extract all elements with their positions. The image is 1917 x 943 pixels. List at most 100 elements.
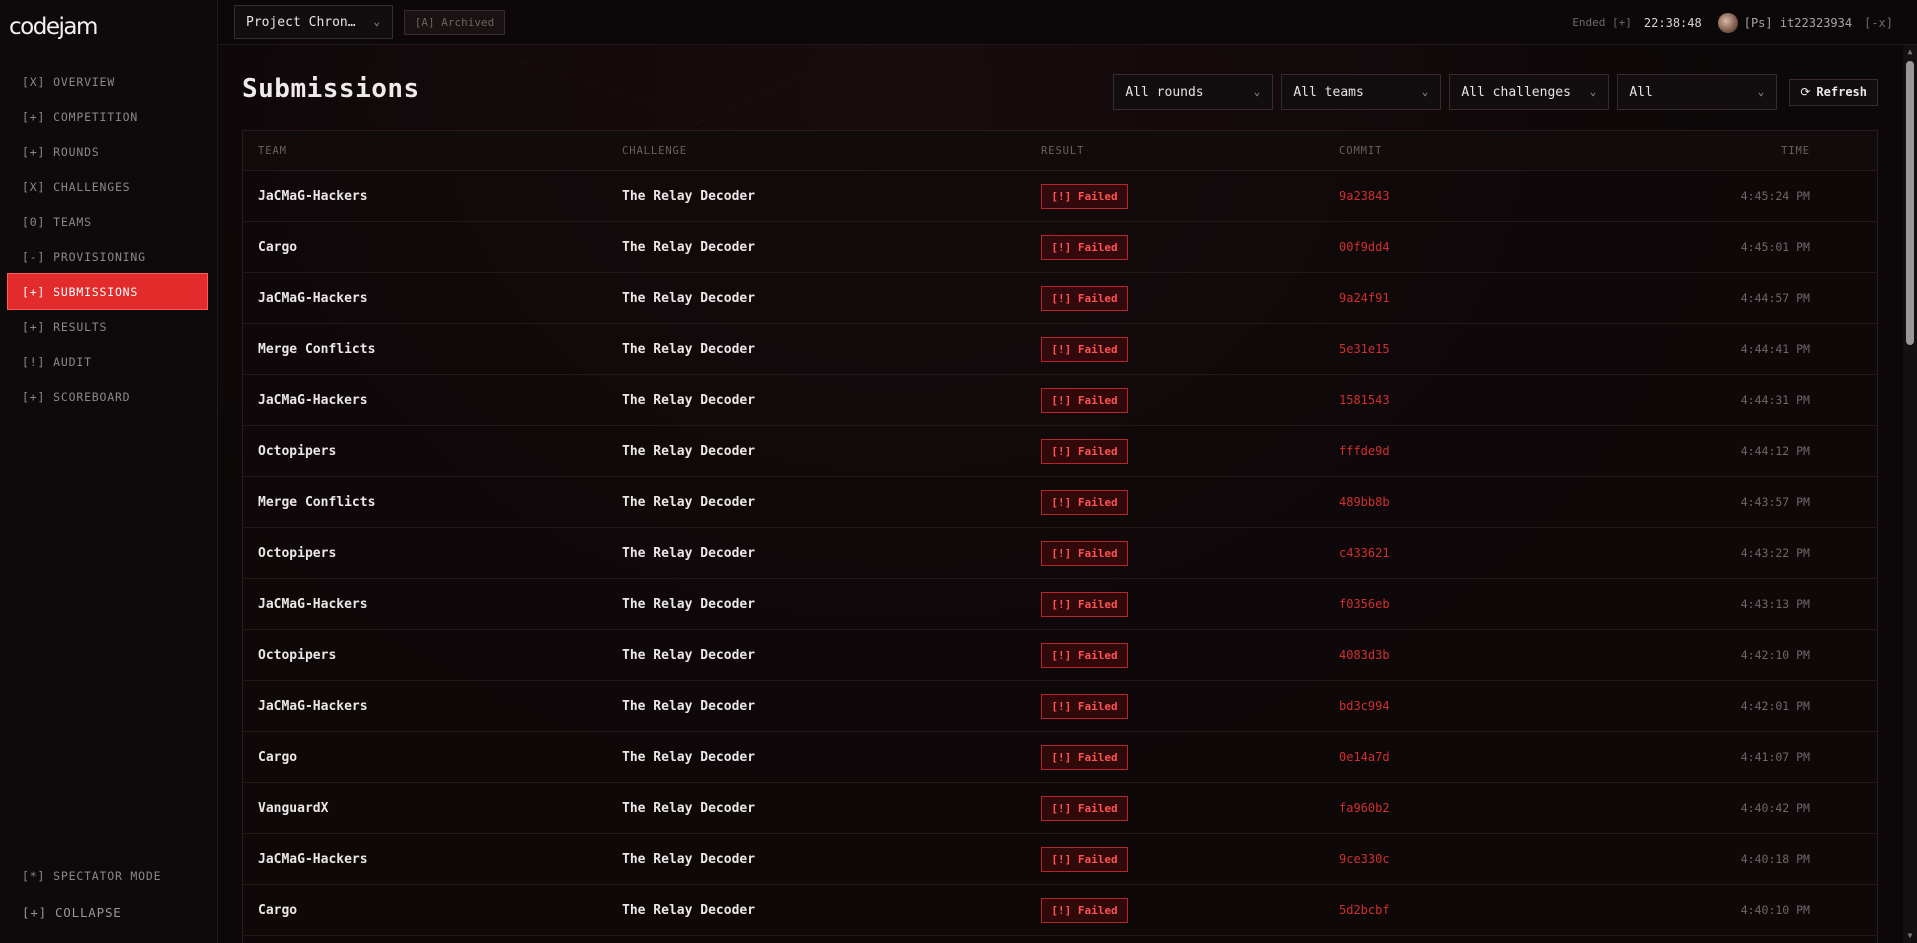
project-select[interactable]: Project Chron… ⌄ (234, 5, 393, 39)
scrollbar[interactable]: ▲ ▼ (1903, 45, 1917, 943)
sidebar-item-scoreboard[interactable]: [+] SCOREBOARD (8, 379, 207, 414)
chevron-down-icon: ⌄ (1589, 85, 1597, 98)
cell-commit[interactable]: 5d2bcbf (1339, 903, 1599, 917)
cell-time: 4:42:10 PM (1740, 648, 1810, 662)
sidebar-item-prefix: [+] (22, 319, 46, 334)
cell-commit[interactable]: 00f9dd4 (1339, 240, 1599, 254)
sidebar-item-label: CHALLENGES (53, 179, 131, 194)
cell-time: 4:44:12 PM (1740, 444, 1810, 458)
cell-time: 4:44:31 PM (1740, 393, 1810, 407)
cell-challenge: The Relay Decoder (622, 188, 756, 204)
header-result[interactable]: RESULT (1041, 145, 1339, 157)
table-row[interactable]: JaCMaG-Hackers The Relay Decoder [!] Fai… (243, 681, 1877, 732)
status-badge: [!] Failed (1041, 897, 1128, 923)
sidebar-item-rounds[interactable]: [+] ROUNDS (8, 134, 207, 169)
teams-filter[interactable]: All teams ⌄ (1281, 74, 1442, 110)
header-commit[interactable]: COMMIT (1339, 145, 1599, 157)
refresh-button[interactable]: ⟳ Refresh (1789, 78, 1878, 106)
sidebar-item-challenges[interactable]: [X] CHALLENGES (8, 169, 207, 204)
cell-time: 4:45:24 PM (1740, 189, 1810, 203)
cell-challenge: The Relay Decoder (622, 851, 756, 867)
table-row[interactable]: Merge Conflicts The Relay Decoder [!] Fa… (243, 477, 1877, 528)
cell-commit[interactable]: 4083d3b (1339, 648, 1599, 662)
cell-time: 4:41:07 PM (1740, 750, 1810, 764)
table-row[interactable]: JaCMaG-Hackers The Relay Decoder [!] Fai… (243, 171, 1877, 222)
sidebar-item-provisioning[interactable]: [-] PROVISIONING (8, 239, 207, 274)
cell-time: 4:40:42 PM (1740, 801, 1810, 815)
sidebar-item-label: OVERVIEW (53, 74, 115, 89)
cell-commit[interactable]: c433621 (1339, 546, 1599, 560)
spectator-mode-button[interactable]: [*] SPECTATOR MODE (8, 858, 207, 894)
cell-commit[interactable]: 9a24f91 (1339, 291, 1599, 305)
sidebar-item-teams[interactable]: [0] TEAMS (8, 204, 207, 239)
teams-filter-value: All teams (1293, 84, 1364, 100)
sidebar-item-prefix: [+] (22, 144, 46, 159)
cell-commit[interactable]: 489bb8b (1339, 495, 1599, 509)
status-badge: [!] Failed (1041, 744, 1128, 770)
header-challenge[interactable]: CHALLENGE (622, 145, 1041, 157)
logout-button[interactable]: [-x] (1864, 16, 1893, 30)
table-row[interactable]: Octopipers The Relay Decoder [!] Failed … (243, 426, 1877, 477)
cell-commit[interactable]: fffde9d (1339, 444, 1599, 458)
status-badge: [!] Failed (1041, 285, 1128, 311)
cell-team: Octopipers (258, 545, 337, 561)
status-filter[interactable]: All ⌄ (1617, 74, 1778, 110)
project-select-value: Project Chron… (246, 14, 356, 30)
cell-commit[interactable]: bd3c994 (1339, 699, 1599, 713)
cell-team: Merge Conflicts (258, 341, 376, 357)
sidebar-item-prefix: [X] (22, 74, 46, 89)
table-row[interactable]: JaCMaG-Hackers The Relay Decoder [!] Fai… (243, 834, 1877, 885)
table-row[interactable]: Octopipers The Relay Decoder [!] Failed … (243, 528, 1877, 579)
cell-commit[interactable]: 1581543 (1339, 393, 1599, 407)
cell-challenge: The Relay Decoder (622, 596, 756, 612)
sidebar-item-results[interactable]: [+] RESULTS (8, 309, 207, 344)
cell-result: [!] Failed (1041, 591, 1339, 617)
table-row[interactable]: Cargo The Relay Decoder [!] Failed 5d2bc… (243, 885, 1877, 936)
cell-result: [!] Failed (1041, 540, 1339, 566)
scroll-up-icon[interactable]: ▲ (1905, 47, 1915, 57)
cell-team: Octopipers (258, 443, 337, 459)
cell-challenge: The Relay Decoder (622, 392, 756, 408)
rounds-filter[interactable]: All rounds ⌄ (1113, 74, 1274, 110)
cell-commit[interactable]: 9ce330c (1339, 852, 1599, 866)
header-team[interactable]: TEAM (243, 145, 622, 157)
chevron-down-icon: ⌄ (373, 15, 380, 28)
header-time[interactable]: TIME (1599, 145, 1810, 157)
table-row[interactable]: Octopipers The Relay Decoder [!] Failed … (243, 630, 1877, 681)
sidebar-item-label: RESULTS (53, 319, 108, 334)
user-name[interactable]: [Ps] it22323934 (1744, 16, 1852, 30)
clock: 22:38:48 (1643, 15, 1702, 30)
sidebar-item-label: TEAMS (53, 214, 92, 229)
sidebar-item-competition[interactable]: [+] COMPETITION (8, 99, 207, 134)
logo: codejam (9, 14, 98, 40)
table-row[interactable]: JaCMaG-Hackers The Relay Decoder [!] Fai… (243, 375, 1877, 426)
table-row[interactable]: Cargo The Relay Decoder [!] Failed 0e14a… (243, 732, 1877, 783)
sidebar-item-overview[interactable]: [X] OVERVIEW (8, 64, 207, 99)
scroll-down-icon[interactable]: ▼ (1905, 931, 1915, 941)
table-row[interactable]: Merge Conflicts The Relay Decoder [!] Fa… (243, 324, 1877, 375)
sidebar-item-submissions[interactable]: [+] SUBMISSIONS (7, 273, 208, 310)
cell-challenge: The Relay Decoder (622, 494, 756, 510)
cell-commit[interactable]: 5e31e15 (1339, 342, 1599, 356)
challenges-filter[interactable]: All challenges ⌄ (1449, 74, 1610, 110)
cell-team: JaCMaG-Hackers (258, 698, 368, 714)
cell-commit[interactable]: f0356eb (1339, 597, 1599, 611)
cell-commit[interactable]: 0e14a7d (1339, 750, 1599, 764)
table-row[interactable]: VanguardX The Relay Decoder [!] Failed f… (243, 783, 1877, 834)
cell-team: JaCMaG-Hackers (258, 851, 368, 867)
scrollbar-thumb[interactable] (1906, 61, 1914, 345)
cell-time: 4:43:57 PM (1740, 495, 1810, 509)
cell-commit[interactable]: 9a23843 (1339, 189, 1599, 203)
sidebar-item-label: SPECTATOR MODE (53, 869, 162, 883)
table-row[interactable]: JaCMaG-Hackers The Relay Decoder [!] Fai… (243, 273, 1877, 324)
table-row[interactable]: JaCMaG-Hackers The Relay Decoder [!] Fai… (243, 579, 1877, 630)
challenges-filter-value: All challenges (1461, 84, 1571, 100)
status-badge: [!] Failed (1041, 642, 1128, 668)
table-row[interactable]: Cargo The Relay Decoder [!] Failed 00f9d… (243, 222, 1877, 273)
cell-result: [!] Failed (1041, 846, 1339, 872)
cell-commit[interactable]: fa960b2 (1339, 801, 1599, 815)
sidebar-item-audit[interactable]: [!] AUDIT (8, 344, 207, 379)
avatar[interactable] (1717, 12, 1738, 33)
collapse-button[interactable]: [+] COLLAPSE (8, 894, 207, 930)
cell-challenge: The Relay Decoder (622, 800, 756, 816)
